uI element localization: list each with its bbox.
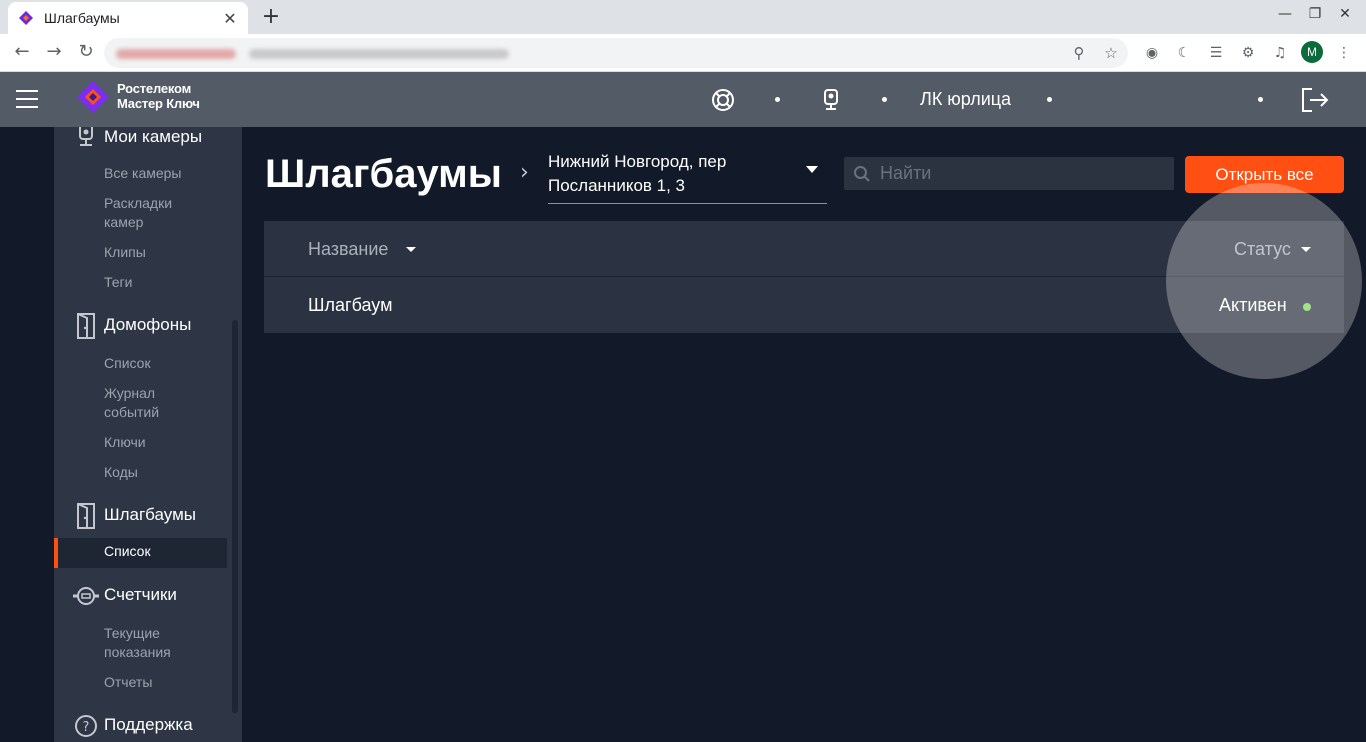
barrier-name: Шлагбаум	[308, 295, 393, 315]
sidebar-scrollbar[interactable]	[232, 320, 238, 713]
header-separator-dot	[882, 97, 887, 102]
rostelecom-logo-icon	[77, 81, 109, 113]
header-separator-dot	[1258, 97, 1263, 102]
open-all-button[interactable]: Открыть все	[1185, 156, 1344, 193]
svg-text:?: ?	[83, 720, 90, 735]
sidebar-section-intercoms[interactable]: Домофоны	[54, 311, 242, 341]
meter-icon	[73, 587, 99, 605]
profile-avatar[interactable]: M	[1301, 41, 1323, 63]
help-icon: ?	[75, 715, 97, 737]
sidebar-item-label: Журнал	[104, 385, 156, 401]
sidebar-section-label: Шлагбаумы	[104, 505, 196, 524]
sidebar-item-layouts[interactable]: Раскладки камер	[104, 194, 172, 232]
address-bar[interactable]: ⚲ ☆	[104, 38, 1128, 68]
sidebar-item-codes[interactable]: Коды	[104, 463, 138, 482]
sidebar-item-reports[interactable]: Отчеты	[104, 673, 152, 692]
extension-icon[interactable]: ◉	[1142, 43, 1162, 63]
tab-title: Шлагбаумы	[44, 10, 120, 26]
status-label: Активен	[1219, 295, 1287, 315]
media-queue-icon[interactable]: ♫	[1270, 43, 1290, 63]
sidebar-item-clips[interactable]: Клипы	[104, 243, 146, 262]
barriers-table: Название Статус Шлагбаум Активен	[264, 221, 1344, 333]
sidebar-section-label: Поддержка	[104, 715, 193, 734]
sidebar-item-label: Раскладки	[104, 195, 173, 211]
browser-tab[interactable]: Шлагбаумы ✕	[8, 2, 248, 34]
sort-caret-icon[interactable]	[1301, 247, 1311, 252]
address-value: Нижний Новгород, пер Посланников 1, 3	[548, 150, 788, 198]
sidebar-item-label: показания	[104, 644, 171, 660]
bookmark-star-icon[interactable]: ☆	[1102, 44, 1120, 62]
sidebar-item-current-readings[interactable]: Текущие показания	[104, 624, 171, 662]
minimize-icon[interactable]: —	[1277, 6, 1293, 22]
restore-icon[interactable]: ❐	[1307, 6, 1323, 22]
browser-tabbar: Шлагбаумы ✕ + — ❐ ✕	[0, 0, 1366, 34]
sidebar-section-label: Домофоны	[104, 315, 192, 334]
column-header-status[interactable]: Статус	[1234, 239, 1291, 260]
sidebar-section-cameras[interactable]: Мои камеры	[54, 127, 242, 153]
camera-icon	[79, 127, 93, 146]
blurred-url	[116, 49, 236, 59]
sidebar-item-intercom-list[interactable]: Список	[104, 354, 151, 373]
sidebar-section-label: Мои камеры	[104, 127, 203, 146]
sidebar-section-label: Счетчики	[104, 585, 177, 604]
camera-icon[interactable]	[819, 88, 843, 112]
tab-close-icon[interactable]: ✕	[222, 9, 238, 28]
barrier-door-icon	[77, 503, 95, 529]
support-lifebuoy-icon[interactable]	[711, 88, 735, 112]
header-separator-dot	[1047, 97, 1052, 102]
zoom-icon[interactable]: ⚲	[1070, 44, 1088, 62]
page-title: Шлагбаумы	[265, 152, 502, 196]
address-line: Посланников 1, 3	[548, 176, 686, 195]
sidebar: Мои камеры Все камеры Раскладки камер Кл…	[54, 127, 242, 742]
table-header: Название Статус	[264, 221, 1344, 277]
back-icon[interactable]: ←	[10, 40, 34, 64]
new-tab-button[interactable]: +	[260, 4, 282, 30]
sidebar-section-meters[interactable]: Счетчики	[54, 581, 242, 611]
site-favicon-icon	[19, 11, 33, 25]
door-icon	[77, 313, 95, 339]
blurred-url	[249, 49, 509, 59]
hamburger-menu-icon[interactable]	[16, 90, 38, 108]
sidebar-item-keys[interactable]: Ключи	[104, 433, 146, 452]
status-indicator-dot	[1303, 303, 1311, 311]
reload-icon[interactable]: ↻	[74, 40, 98, 64]
search-input[interactable]	[880, 157, 1165, 190]
sidebar-item-label: Текущие	[104, 625, 160, 641]
sidebar-item-label: событий	[104, 404, 160, 420]
brand-logo: Ростелеком Мастер Ключ	[117, 81, 200, 111]
search-icon	[854, 166, 870, 182]
sort-caret-icon[interactable]	[406, 247, 416, 252]
window-close-icon[interactable]: ✕	[1337, 6, 1353, 22]
sidebar-item-tags[interactable]: Теги	[104, 273, 132, 292]
moon-extension-icon[interactable]: ☾	[1174, 43, 1194, 63]
account-title[interactable]: ЛК юрлица	[920, 89, 1011, 110]
header-separator-dot	[775, 97, 780, 102]
column-header-name[interactable]: Название	[308, 239, 388, 260]
address-select[interactable]: Нижний Новгород, пер Посланников 1, 3	[548, 150, 827, 204]
logo-line2: Мастер Ключ	[117, 96, 200, 111]
menu-list-icon[interactable]: ☰	[1206, 43, 1226, 63]
forward-icon[interactable]: →	[42, 40, 66, 64]
sidebar-item-barrier-list[interactable]: Список	[54, 538, 227, 568]
chevron-down-icon	[806, 166, 818, 173]
breadcrumb-chevron-icon: ›	[520, 160, 529, 185]
logout-icon[interactable]	[1300, 86, 1330, 114]
table-row[interactable]: Шлагбаум Активен	[264, 277, 1344, 333]
search-box	[844, 157, 1174, 190]
logo-line1: Ростелеком	[117, 81, 191, 96]
puzzle-icon[interactable]: ⚙	[1238, 43, 1258, 63]
browser-menu-icon[interactable]: ⋮	[1334, 43, 1354, 63]
sidebar-item-all-cameras[interactable]: Все камеры	[104, 164, 182, 183]
sidebar-item-label: Список	[104, 543, 151, 559]
sidebar-item-label: камер	[104, 214, 144, 230]
address-line: Нижний Новгород, пер	[548, 152, 727, 171]
sidebar-item-event-log[interactable]: Журнал событий	[104, 384, 159, 422]
browser-toolbar: ← → ↻ ⚲ ☆ ◉ ☾ ☰ ⚙ ♫ ⋮	[0, 34, 1366, 72]
app-header: Ростелеком Мастер Ключ ЛК юрлица	[0, 72, 1366, 127]
sidebar-section-barriers[interactable]: Шлагбаумы	[54, 501, 242, 531]
sidebar-section-support[interactable]: ? Поддержка	[54, 711, 242, 741]
